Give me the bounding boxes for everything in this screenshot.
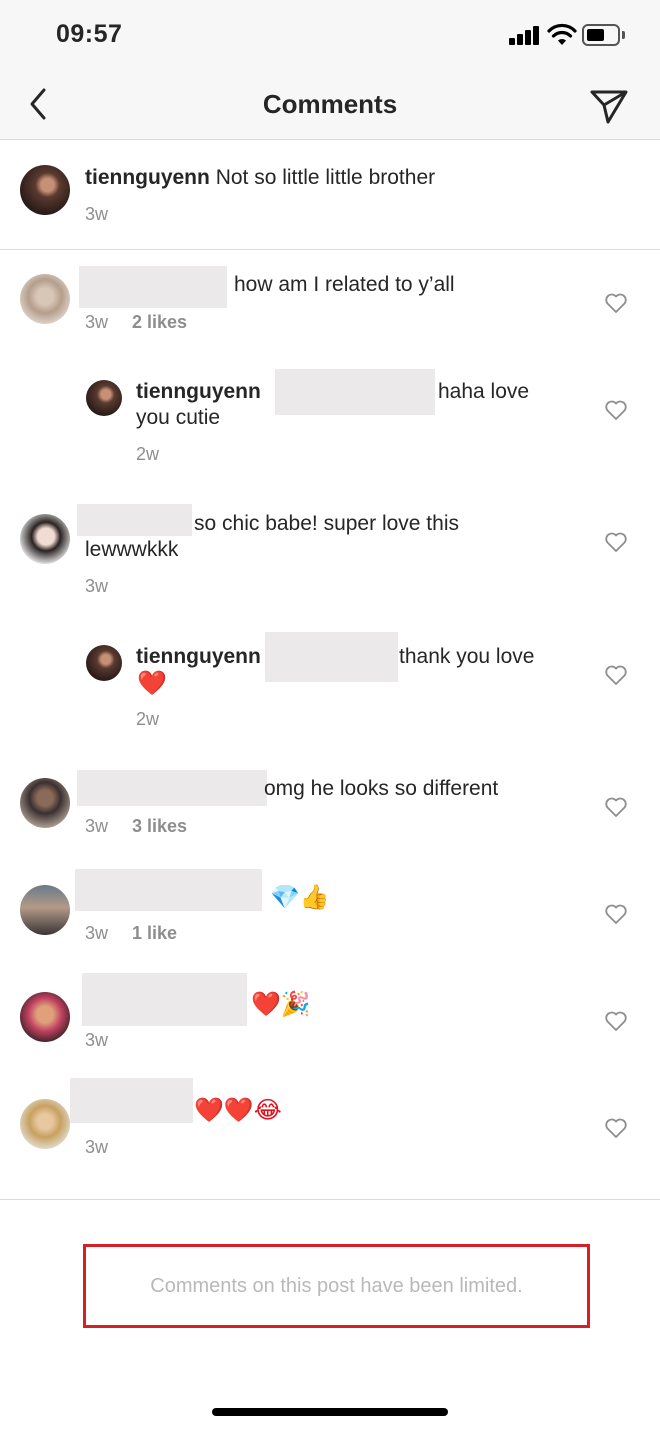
limited-message: Comments on this post have been limited. xyxy=(150,1275,523,1297)
timestamp: 3w xyxy=(85,1030,109,1050)
heart-icon[interactable] xyxy=(604,399,628,421)
status-time: 09:57 xyxy=(56,20,123,48)
cellular-signal-icon xyxy=(509,25,541,45)
home-indicator[interactable] xyxy=(212,1408,448,1416)
avatar[interactable] xyxy=(20,165,70,215)
redacted-mention xyxy=(265,632,398,682)
redacted-username xyxy=(75,869,262,911)
gem-thumbs-up-emoji: 💎👍 xyxy=(270,883,330,911)
like-count[interactable]: 1 like xyxy=(132,923,177,943)
page-title: Comments xyxy=(262,89,398,119)
redacted-username xyxy=(79,266,227,308)
caption-text: tiennguyenn Not so little little brother xyxy=(85,166,436,189)
comment-text: lewwwkkk xyxy=(85,538,179,561)
comment-text: so chic babe! super love this xyxy=(194,512,459,535)
redacted-username xyxy=(77,770,267,806)
heart-icon[interactable] xyxy=(604,292,628,314)
avatar[interactable] xyxy=(20,992,70,1042)
comment-meta: 3w 3 likes xyxy=(85,816,188,836)
heart-icon[interactable] xyxy=(604,1117,628,1139)
heart-icon[interactable] xyxy=(604,903,628,925)
comment-text: you cutie xyxy=(136,406,221,429)
timestamp: 3w xyxy=(85,204,109,224)
heart-icon[interactable] xyxy=(604,664,628,686)
heart-icon[interactable] xyxy=(604,531,628,553)
timestamp: 3w xyxy=(85,576,109,596)
heart-icon[interactable] xyxy=(604,1010,628,1032)
comments-limited-notice: Comments on this post have been limited. xyxy=(83,1244,590,1328)
heart-party-emoji: ❤️🎉 xyxy=(251,990,311,1018)
timestamp: 3w xyxy=(85,1137,109,1157)
avatar[interactable] xyxy=(20,1099,70,1149)
divider xyxy=(0,1199,660,1200)
status-bar: 09:57 xyxy=(0,0,660,72)
navigation-bar: Comments xyxy=(0,72,660,140)
comment-text: omg he looks so different xyxy=(264,777,499,800)
redacted-username xyxy=(82,973,247,1026)
comment-meta: 3w 2 likes xyxy=(85,312,188,332)
avatar[interactable] xyxy=(20,885,70,935)
comment-meta: 3w 1 like xyxy=(85,923,178,943)
comment-text: haha love xyxy=(438,380,530,403)
post-caption: tiennguyenn Not so little little brother… xyxy=(0,141,660,250)
avatar[interactable] xyxy=(86,380,122,416)
timestamp: 2w xyxy=(136,444,160,464)
avatar[interactable] xyxy=(20,778,70,828)
username[interactable]: tiennguyenn xyxy=(85,166,210,189)
like-count[interactable]: 2 likes xyxy=(132,312,187,332)
battery-icon xyxy=(582,24,626,46)
comment-text: thank you love xyxy=(399,645,535,668)
paper-plane-icon[interactable] xyxy=(586,82,632,128)
hearts-laughing-emoji: ❤️❤️😂 xyxy=(194,1096,282,1124)
red-heart-emoji: ❤️ xyxy=(137,669,167,697)
heart-icon[interactable] xyxy=(604,796,628,818)
username[interactable]: tiennguyenn xyxy=(136,644,261,670)
timestamp: 2w xyxy=(136,709,160,729)
redacted-mention xyxy=(275,369,435,415)
wifi-icon xyxy=(547,23,577,45)
avatar[interactable] xyxy=(20,274,70,324)
comment-text: how am I related to y’all xyxy=(234,273,455,296)
avatar[interactable] xyxy=(86,645,122,681)
redacted-username xyxy=(77,504,192,536)
like-count[interactable]: 3 likes xyxy=(132,816,187,836)
username[interactable]: tiennguyenn xyxy=(136,379,261,405)
avatar[interactable] xyxy=(20,514,70,564)
redacted-username xyxy=(70,1078,193,1123)
